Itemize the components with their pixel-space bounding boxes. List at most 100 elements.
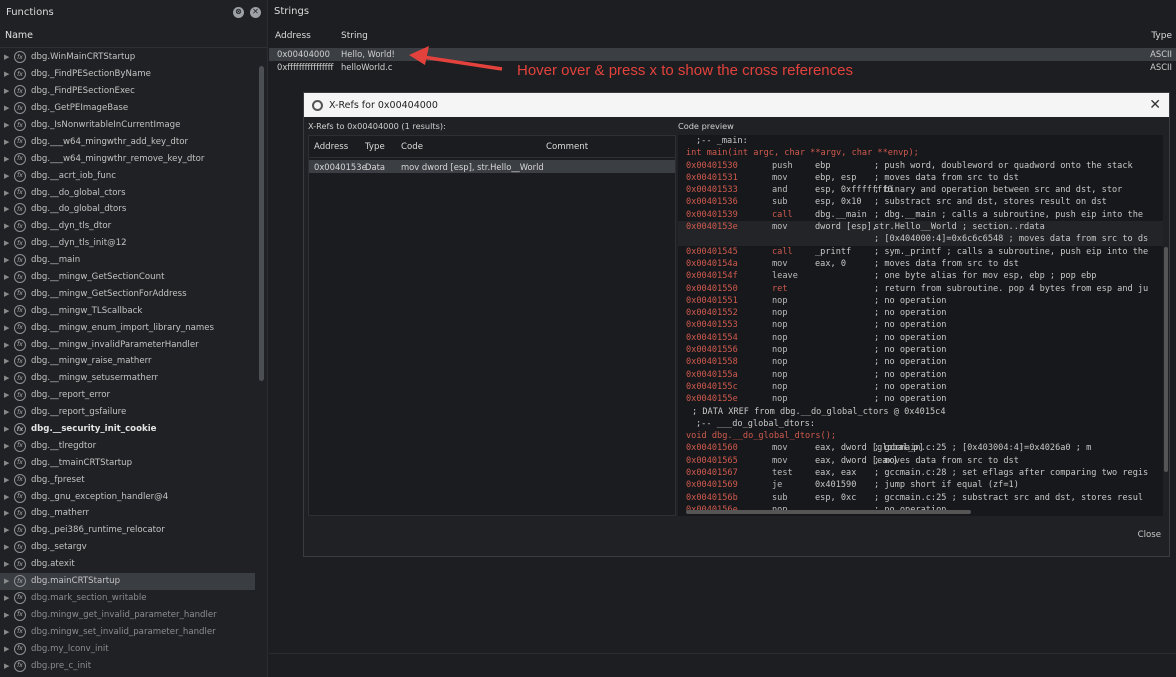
code-mnemonic: nop [772, 295, 788, 306]
function-list-item[interactable]: ▶ fx dbg._setargv [0, 539, 255, 556]
expand-arrow-icon[interactable]: ▶ [4, 459, 14, 467]
function-list-item[interactable]: ▶ fx dbg.___w64_mingwthr_add_key_dtor [0, 133, 255, 150]
function-list-item[interactable]: ▶ fx dbg.mingw_set_invalid_parameter_handl… [0, 623, 255, 640]
expand-arrow-icon[interactable]: ▶ [4, 526, 14, 534]
address-column-header[interactable]: Address [275, 31, 311, 41]
expand-arrow-icon[interactable]: ▶ [4, 155, 14, 163]
expand-arrow-icon[interactable]: ▶ [4, 611, 14, 619]
code-preview[interactable]: ;-- _main: int main(int argc, char **argv… [678, 135, 1163, 516]
undock-icon[interactable]: ⊗ [233, 6, 244, 18]
functions-scrollbar[interactable] [259, 66, 264, 381]
function-icon: fx [14, 271, 26, 284]
expand-arrow-icon[interactable]: ▶ [4, 509, 14, 517]
string-row[interactable]: 0x00404000 Hello, World! ASCII [269, 48, 1176, 61]
close-icon[interactable]: ✕ [1149, 97, 1161, 113]
expand-arrow-icon[interactable]: ▶ [4, 425, 14, 433]
function-list-item[interactable]: ▶ fx dbg.__dyn_tls_init@12 [0, 235, 255, 252]
expand-arrow-icon[interactable]: ▶ [4, 391, 14, 399]
expand-arrow-icon[interactable]: ▶ [4, 662, 14, 670]
expand-arrow-icon[interactable]: ▶ [4, 374, 14, 382]
xref-address-header[interactable]: Address [314, 142, 348, 152]
expand-arrow-icon[interactable]: ▶ [4, 53, 14, 61]
function-list-item[interactable]: ▶ fx dbg.__do_global_dtors [0, 201, 255, 218]
expand-arrow-icon[interactable]: ▶ [4, 70, 14, 78]
function-list-item[interactable]: ▶ fx dbg._FindPESectionExec [0, 83, 255, 100]
expand-arrow-icon[interactable]: ▶ [4, 104, 14, 112]
expand-arrow-icon[interactable]: ▶ [4, 442, 14, 450]
function-list-item[interactable]: ▶ fx dbg.__dyn_tls_dtor [0, 218, 255, 235]
function-list-item[interactable]: ▶ fx dbg.my_lconv_init [0, 640, 255, 657]
function-list-item[interactable]: ▶ fx dbg.__mingw_invalidParameterHandler [0, 336, 255, 353]
close-icon[interactable]: ✕ [250, 6, 261, 18]
function-list-item[interactable]: ▶ fx dbg._matherr [0, 505, 255, 522]
string-column-header[interactable]: String [341, 31, 368, 41]
xref-code-header[interactable]: Code [401, 142, 423, 152]
expand-arrow-icon[interactable]: ▶ [4, 341, 14, 349]
function-list-item[interactable]: ▶ fx dbg.__security_init_cookie [0, 421, 255, 438]
function-list-item[interactable]: ▶ fx dbg.__mingw_setusermatherr [0, 370, 255, 387]
expand-arrow-icon[interactable]: ▶ [4, 357, 14, 365]
function-list-item[interactable]: ▶ fx dbg.mark_section_writable [0, 590, 255, 607]
code-address: 0x00401531 [686, 172, 738, 183]
expand-arrow-icon[interactable]: ▶ [4, 645, 14, 653]
function-list-item[interactable]: ▶ fx dbg.__report_gsfailure [0, 404, 255, 421]
function-list-item[interactable]: ▶ fx dbg.__mingw_TLScallback [0, 302, 255, 319]
expand-arrow-icon[interactable]: ▶ [4, 222, 14, 230]
code-horizontal-scrollbar[interactable] [686, 510, 971, 514]
expand-arrow-icon[interactable]: ▶ [4, 408, 14, 416]
function-list-item[interactable]: ▶ fx dbg.mainCRTStartup [0, 572, 255, 590]
function-list-item[interactable]: ▶ fx dbg._FindPESectionByName [0, 66, 255, 83]
function-list-item[interactable]: ▶ fx dbg.__mingw_raise_matherr [0, 353, 255, 370]
function-list-item[interactable]: ▶ fx dbg.___w64_mingwthr_remove_key_dtor [0, 150, 255, 167]
expand-arrow-icon[interactable]: ▶ [4, 87, 14, 95]
expand-arrow-icon[interactable]: ▶ [4, 577, 14, 585]
code-mnemonic: mov [772, 222, 788, 233]
expand-arrow-icon[interactable]: ▶ [4, 594, 14, 602]
function-list-item[interactable]: ▶ fx dbg.__mingw_enum_import_library_names [0, 319, 255, 336]
expand-arrow-icon[interactable]: ▶ [4, 138, 14, 146]
expand-arrow-icon[interactable]: ▶ [4, 628, 14, 636]
xref-row[interactable]: 0x0040153e Data mov dword [esp], str.Hello… [309, 160, 675, 173]
function-list-item[interactable]: ▶ fx dbg.atexit [0, 556, 255, 573]
expand-arrow-icon[interactable]: ▶ [4, 273, 14, 281]
xref-type-header[interactable]: Type [365, 142, 385, 152]
expand-arrow-icon[interactable]: ▶ [4, 560, 14, 568]
function-icon: fx [14, 642, 26, 655]
expand-arrow-icon[interactable]: ▶ [4, 172, 14, 180]
expand-arrow-icon[interactable]: ▶ [4, 189, 14, 197]
expand-arrow-icon[interactable]: ▶ [4, 239, 14, 247]
expand-arrow-icon[interactable]: ▶ [4, 121, 14, 129]
function-list-item[interactable]: ▶ fx dbg.__do_global_ctors [0, 184, 255, 201]
function-list-item[interactable]: ▶ fx dbg.__mingw_GetSectionForAddress [0, 285, 255, 302]
function-list-item[interactable]: ▶ fx dbg.mingw_get_invalid_parameter_handl… [0, 606, 255, 623]
expand-arrow-icon[interactable]: ▶ [4, 205, 14, 213]
expand-arrow-icon[interactable]: ▶ [4, 324, 14, 332]
expand-arrow-icon[interactable]: ▶ [4, 256, 14, 264]
function-list-item[interactable]: ▶ fx dbg._fpreset [0, 471, 255, 488]
expand-arrow-icon[interactable]: ▶ [4, 307, 14, 315]
function-list-item[interactable]: ▶ fx dbg._IsNonwritableInCurrentImage [0, 117, 255, 134]
function-list-item[interactable]: ▶ fx dbg._gnu_exception_handler@4 [0, 488, 255, 505]
close-button[interactable]: Close [1138, 530, 1161, 540]
function-list-item[interactable]: ▶ fx dbg._pei386_runtime_relocator [0, 522, 255, 539]
function-list-item[interactable]: ▶ fx dbg.__main [0, 252, 255, 269]
code-comment: ; no operation [874, 381, 947, 392]
function-list-item[interactable]: ▶ fx dbg.__tmainCRTStartup [0, 454, 255, 471]
type-column-header[interactable]: Type [1151, 31, 1172, 41]
function-list-item[interactable]: ▶ fx dbg.__tlregdtor [0, 437, 255, 454]
function-list-item[interactable]: ▶ fx dbg.__mingw_GetSectionCount [0, 269, 255, 286]
function-icon: fx [14, 456, 26, 469]
expand-arrow-icon[interactable]: ▶ [4, 290, 14, 298]
expand-arrow-icon[interactable]: ▶ [4, 543, 14, 551]
function-list-item[interactable]: ▶ fx dbg.pre_c_init [0, 657, 255, 674]
function-list-item[interactable]: ▶ fx dbg.__acrt_iob_func [0, 167, 255, 184]
xref-comment-header[interactable]: Comment [546, 142, 588, 152]
function-list-item[interactable]: ▶ fx dbg.__report_error [0, 387, 255, 404]
function-list-item[interactable]: ▶ fx dbg.WinMainCRTStartup [0, 49, 255, 66]
code-vertical-scrollbar[interactable] [1164, 247, 1168, 472]
function-list-item[interactable]: ▶ fx dbg._GetPEImageBase [0, 100, 255, 117]
expand-arrow-icon[interactable]: ▶ [4, 493, 14, 501]
expand-arrow-icon[interactable]: ▶ [4, 476, 14, 484]
name-column-header[interactable]: Name [0, 24, 267, 48]
code-address: 0x00401550 [686, 283, 738, 294]
